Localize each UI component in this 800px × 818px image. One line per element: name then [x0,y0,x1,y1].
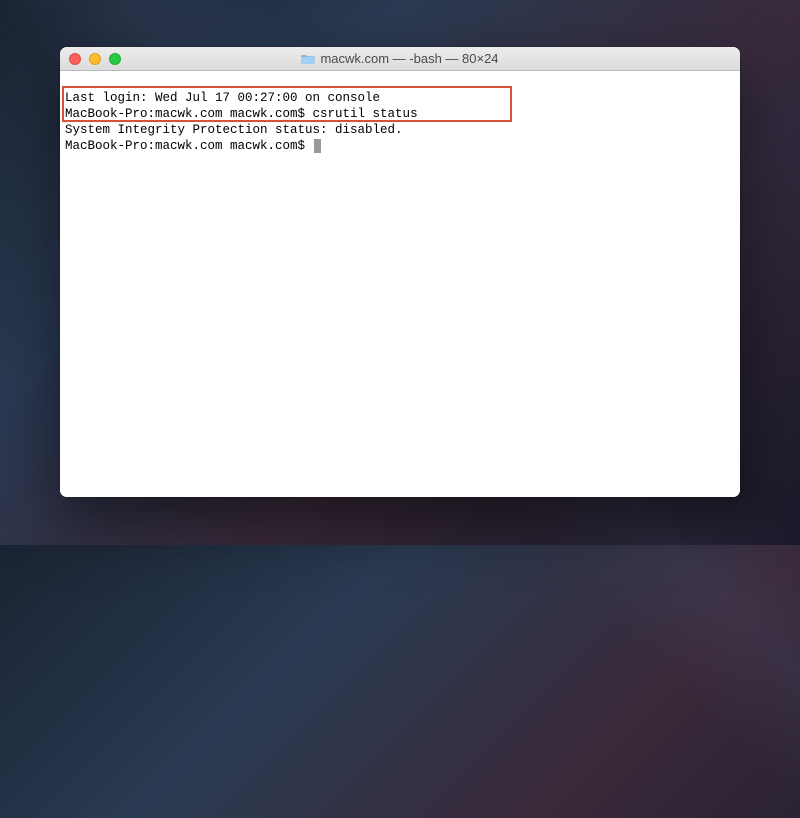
terminal-line: System Integrity Protection status: disa… [65,122,735,138]
zoom-icon[interactable] [109,53,121,65]
window-title-text: macwk.com — -bash — 80×24 [320,51,498,66]
terminal-line: Last login: Wed Jul 17 00:27:00 on conso… [65,90,735,106]
minimize-icon[interactable] [89,53,101,65]
folder-icon [301,53,315,64]
terminal-line: MacBook-Pro:macwk.com macwk.com$ [65,138,735,154]
terminal-window: macwk.com — -bash — 80×24 Last login: We… [60,47,740,497]
close-icon[interactable] [69,53,81,65]
terminal-content[interactable]: Last login: Wed Jul 17 00:27:00 on conso… [60,71,740,497]
traffic-lights [60,53,121,65]
cursor-icon [314,139,321,153]
terminal-line: MacBook-Pro:macwk.com macwk.com$ csrutil… [65,106,735,122]
window-title: macwk.com — -bash — 80×24 [60,51,740,66]
titlebar[interactable]: macwk.com — -bash — 80×24 [60,47,740,71]
scrollbar[interactable] [724,71,739,496]
